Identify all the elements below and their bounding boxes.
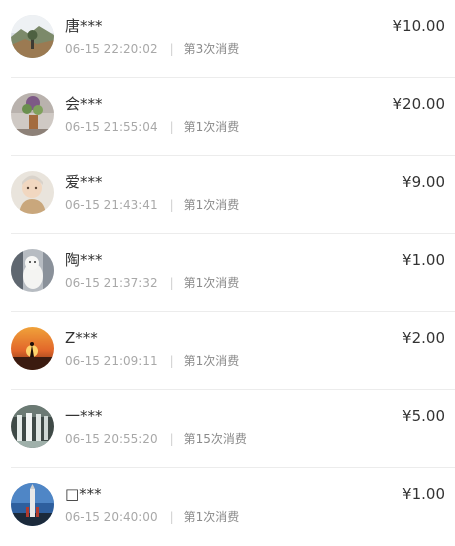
record-time: 06-15 20:40:00 [65, 510, 158, 524]
record-meta: 06-15 21:37:32 | 第1次消费 [65, 274, 239, 292]
user-name: 唐*** [65, 17, 103, 35]
separator: | [169, 198, 174, 212]
avatar[interactable] [11, 483, 54, 526]
separator: | [169, 354, 174, 368]
child-portrait-photo [11, 171, 54, 214]
payment-amount: ¥1.00 [402, 485, 445, 503]
separator: | [169, 510, 174, 524]
purchase-count: 第1次消费 [183, 276, 240, 290]
record-meta: 06-15 21:09:11 | 第1次消费 [65, 352, 239, 370]
list-item[interactable]: 会*** 06-15 21:55:04 | 第1次消费 ¥20.00 [11, 78, 455, 156]
mountain-landscape-photo [11, 15, 54, 58]
payment-record-list: 唐*** 06-15 22:20:02 | 第3次消费 ¥10.00 会*** 06… [0, 0, 455, 546]
avatar[interactable] [11, 327, 54, 370]
flower-pot-photo [11, 93, 54, 136]
user-name: Z*** [65, 329, 98, 347]
record-meta: 06-15 20:40:00 | 第1次消费 [65, 508, 239, 526]
purchase-count: 第15次消费 [183, 432, 247, 446]
payment-amount: ¥9.00 [402, 173, 445, 191]
user-name: 陶*** [65, 251, 103, 269]
white-dog-photo [11, 249, 54, 292]
list-item[interactable]: 一*** 06-15 20:55:20 | 第15次消费 ¥5.00 [11, 390, 455, 468]
record-time: 06-15 21:55:04 [65, 120, 158, 134]
record-time: 06-15 21:09:11 [65, 354, 158, 368]
user-name: 一*** [65, 407, 103, 425]
record-time: 06-15 22:20:02 [65, 42, 158, 56]
payment-amount: ¥20.00 [392, 95, 446, 113]
separator: | [169, 276, 174, 290]
purchase-count: 第1次消费 [183, 120, 240, 134]
payment-amount: ¥1.00 [402, 251, 445, 269]
purchase-count: 第1次消费 [183, 510, 240, 524]
separator: | [169, 432, 174, 446]
payment-amount: ¥10.00 [392, 17, 446, 35]
avatar[interactable] [11, 15, 54, 58]
list-item[interactable]: □*** 06-15 20:40:00 | 第1次消费 ¥1.00 [11, 468, 455, 546]
purchase-count: 第1次消费 [183, 354, 240, 368]
avatar[interactable] [11, 249, 54, 292]
user-name: 爱*** [65, 173, 103, 191]
record-meta: 06-15 21:55:04 | 第1次消费 [65, 118, 239, 136]
avatar[interactable] [11, 171, 54, 214]
avatar[interactable] [11, 405, 54, 448]
payment-amount: ¥2.00 [402, 329, 445, 347]
record-meta: 06-15 21:43:41 | 第1次消费 [65, 196, 239, 214]
separator: | [169, 42, 174, 56]
rocket-tower-photo [11, 483, 54, 526]
purchase-count: 第1次消费 [183, 198, 240, 212]
list-item[interactable]: 唐*** 06-15 22:20:02 | 第3次消费 ¥10.00 [11, 0, 455, 78]
list-item[interactable]: Z*** 06-15 21:09:11 | 第1次消费 ¥2.00 [11, 312, 455, 390]
record-time: 06-15 20:55:20 [65, 432, 158, 446]
record-meta: 06-15 22:20:02 | 第3次消费 [65, 40, 239, 58]
waterfall-photo [11, 405, 54, 448]
user-name: 会*** [65, 95, 103, 113]
avatar[interactable] [11, 93, 54, 136]
record-meta: 06-15 20:55:20 | 第15次消费 [65, 430, 247, 448]
record-time: 06-15 21:43:41 [65, 198, 158, 212]
list-item[interactable]: 爱*** 06-15 21:43:41 | 第1次消费 ¥9.00 [11, 156, 455, 234]
payment-amount: ¥5.00 [402, 407, 445, 425]
sunset-silhouette-photo [11, 327, 54, 370]
separator: | [169, 120, 174, 134]
list-item[interactable]: 陶*** 06-15 21:37:32 | 第1次消费 ¥1.00 [11, 234, 455, 312]
record-time: 06-15 21:37:32 [65, 276, 158, 290]
purchase-count: 第3次消费 [183, 42, 240, 56]
user-name: □*** [65, 485, 102, 503]
